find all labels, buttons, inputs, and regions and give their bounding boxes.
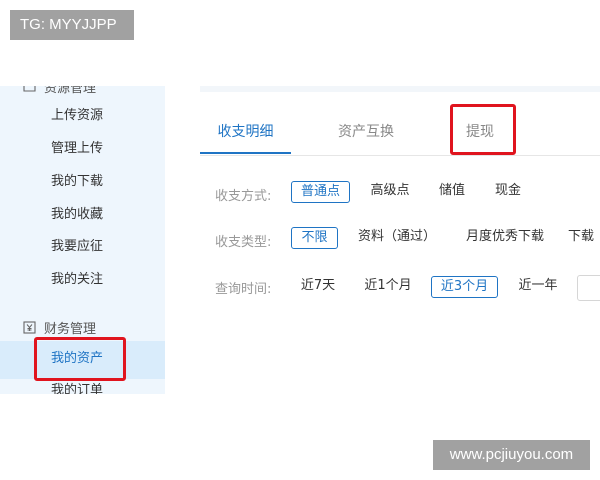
sidebar-item-following[interactable]: 我的关注 xyxy=(51,269,103,291)
sidebar-item-my-orders[interactable]: 我的订单 xyxy=(51,380,103,394)
active-tab-indicator xyxy=(200,152,291,154)
time-option-3-months[interactable]: 近3个月 xyxy=(431,276,498,298)
panel-top-strip xyxy=(200,86,600,92)
method-option-advanced[interactable]: 高级点 xyxy=(362,181,418,203)
method-label: 收支方式: xyxy=(215,189,272,204)
type-option-monthly-best-download[interactable]: 月度优秀下载 xyxy=(460,227,550,249)
type-option-all[interactable]: 不限 xyxy=(291,227,338,249)
time-option-7-days[interactable]: 近7天 xyxy=(292,276,344,298)
sidebar-item-apply[interactable]: 我要应征 xyxy=(51,236,103,258)
time-option-1-year[interactable]: 近一年 xyxy=(510,276,566,298)
yen-box-icon xyxy=(22,320,36,334)
type-option-download[interactable]: 下载 xyxy=(568,227,600,249)
method-option-normal[interactable]: 普通点 xyxy=(291,181,350,203)
tab-bar: 收支明细 资产互换 提现 xyxy=(200,112,600,156)
type-label: 收支类型: xyxy=(215,235,272,250)
watermark-top-left: TG: MYYJJPP xyxy=(10,10,134,40)
sidebar-section-label: 资源管理 xyxy=(44,86,97,96)
method-option-cash[interactable]: 现金 xyxy=(488,181,528,203)
watermark-bottom-right: www.pcjiuyou.com xyxy=(433,440,590,470)
time-label: 查询时间: xyxy=(215,282,272,297)
method-option-stored-value[interactable]: 储值 xyxy=(432,181,472,203)
type-option-material-approved[interactable]: 资料（通过） xyxy=(352,227,442,249)
tab-transactions[interactable]: 收支明细 xyxy=(200,112,291,154)
tab-asset-exchange[interactable]: 资产互换 xyxy=(326,112,406,154)
highlight-box-withdraw xyxy=(450,104,516,155)
time-option-1-month[interactable]: 近1个月 xyxy=(357,276,419,298)
sidebar-section-label: 财务管理 xyxy=(44,321,97,337)
highlight-box-my-assets xyxy=(34,337,126,381)
sidebar-item-favorites[interactable]: 我的收藏 xyxy=(51,204,103,226)
sidebar-item-downloads[interactable]: 我的下载 xyxy=(51,171,103,193)
sidebar-section-resources[interactable]: 资源管理 xyxy=(22,86,96,96)
sidebar-section-finance[interactable]: 财务管理 xyxy=(22,317,96,337)
folder-icon xyxy=(22,86,36,93)
start-date-input[interactable] xyxy=(577,275,600,301)
sidebar-item-manage-uploads[interactable]: 管理上传 xyxy=(51,138,103,160)
sidebar-item-upload[interactable]: 上传资源 xyxy=(51,105,103,127)
